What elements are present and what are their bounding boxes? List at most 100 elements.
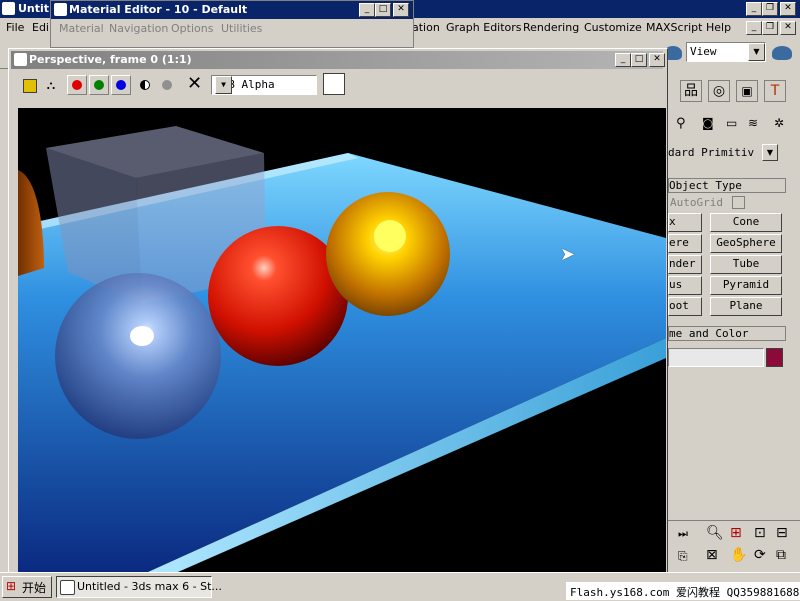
doc-minimize-button[interactable]: _ [746, 21, 762, 35]
menu-edit[interactable]: Edi [32, 21, 49, 34]
geosphere-button[interactable]: GeoSphere [710, 234, 782, 253]
color-swatch[interactable] [323, 73, 345, 95]
rendered-frame-window: Perspective, frame 0 (1:1) _ □ ✕ ⛬ ✕ RGB… [8, 48, 668, 574]
chevron-down-icon: ▼ [762, 144, 778, 161]
material-menu-options[interactable]: Options [171, 22, 213, 35]
material-menu-utilities[interactable]: Utilities [221, 22, 262, 35]
menu-customize[interactable]: Customize [584, 21, 642, 34]
object-color-swatch[interactable] [766, 348, 783, 367]
material-menu-material[interactable]: Material [59, 22, 104, 35]
key-mode-icon[interactable]: ⎘ [678, 549, 688, 564]
channel-select[interactable]: RGB Alpha ▼ [211, 75, 317, 95]
hierarchy-tab-icon[interactable]: 品 [680, 80, 702, 102]
clear-icon[interactable]: ✕ [187, 73, 202, 94]
menu-maxscript[interactable]: MAXScript [646, 21, 702, 34]
render-teapot-icon[interactable] [772, 46, 792, 60]
red-channel-toggle[interactable] [67, 75, 87, 95]
material-minimize-button[interactable]: _ [359, 3, 375, 17]
monochrome-toggle[interactable] [157, 75, 177, 95]
material-close-button[interactable]: ✕ [393, 3, 409, 17]
clone-window-icon[interactable]: ⛬ [41, 75, 61, 95]
pyramid-button[interactable]: Pyramid [710, 276, 782, 295]
camera-icon[interactable]: ◙ [702, 116, 714, 130]
tube-button[interactable]: Tube [710, 255, 782, 274]
goto-end-icon[interactable]: ⏭ [678, 527, 688, 541]
mouse-cursor-icon: ➤ [560, 244, 576, 265]
material-editor-window: Material Editor - 10 - Default _ □ ✕ Mat… [50, 0, 414, 48]
taskbar-item-3dsmax[interactable]: Untitled - 3ds max 6 - St... [56, 576, 222, 598]
plane-button[interactable]: Plane [710, 297, 782, 316]
max-app-icon [60, 580, 75, 595]
max-app-icon [14, 53, 27, 66]
start-button[interactable]: ⊞ 开始 [2, 576, 52, 598]
helpers-icon[interactable]: ⚲ [676, 116, 686, 131]
red-channel-icon [72, 80, 82, 90]
save-bitmap-icon[interactable] [19, 75, 39, 95]
start-label: 开始 [22, 581, 47, 595]
category-select[interactable]: dard Primitiv ▼ [668, 144, 778, 162]
windows-logo-icon: ⊞ [6, 579, 17, 593]
name-and-color-title: me and Color [669, 327, 749, 340]
object-type-title: Object Type [669, 179, 742, 192]
main-window-title: Untit [18, 2, 50, 15]
systems-icon[interactable]: ✲ [774, 116, 784, 130]
alpha-channel-toggle[interactable] [135, 75, 155, 95]
material-editor-title: Material Editor - 10 - Default [69, 3, 248, 16]
blue-channel-icon [116, 80, 126, 90]
spacewarps-icon[interactable]: ≋ [748, 116, 758, 130]
menu-help[interactable]: Help [706, 21, 731, 34]
green-channel-toggle[interactable] [89, 75, 109, 95]
cone-button[interactable]: Cone [710, 213, 782, 232]
main-minimize-button[interactable]: _ [746, 2, 762, 16]
torus-button[interactable]: us [668, 276, 702, 295]
cylinder-button[interactable]: nder [668, 255, 702, 274]
category-select-value: dard Primitiv [668, 146, 755, 159]
zoom-all-icon[interactable]: ⊞ [730, 525, 742, 541]
frame-maximize-button[interactable]: □ [631, 53, 647, 67]
zoom-icon[interactable]: 🔍︎ [706, 525, 724, 541]
object-type-rollout[interactable]: Object Type [668, 178, 786, 193]
menu-animation[interactable]: ation [412, 21, 440, 34]
menu-rendering[interactable]: Rendering [523, 21, 579, 34]
maximize-viewport-icon[interactable]: ⧉ [776, 547, 786, 563]
utilities-tab-icon[interactable]: T [764, 80, 786, 102]
chevron-down-icon: ▼ [215, 76, 232, 94]
pan-icon[interactable]: ✋ [730, 547, 747, 563]
orbit-icon[interactable]: ⟳ [754, 547, 766, 563]
motion-tab-icon[interactable]: ◎ [708, 80, 730, 102]
material-editor-title-bar: Material Editor - 10 - Default _ □ ✕ [51, 1, 413, 19]
autogrid-checkbox[interactable] [732, 196, 745, 209]
main-restore-button[interactable]: ❐ [762, 2, 778, 16]
blue-channel-toggle[interactable] [111, 75, 131, 95]
frame-minimize-button[interactable]: _ [615, 53, 631, 67]
view-select[interactable]: View ▼ [686, 42, 766, 62]
sphere-button[interactable]: ere [668, 234, 702, 253]
alpha-channel-icon [140, 80, 150, 90]
doc-close-button[interactable]: ✕ [780, 21, 796, 35]
material-menu-navigation[interactable]: Navigation [109, 22, 168, 35]
region-zoom-icon[interactable]: ⊠ [706, 547, 718, 563]
rendered-image: ➤ [18, 108, 666, 572]
nav-controls: ⏭ 🔍︎ ⊞ ⊡ ⊟ ⎘ ⊠ ✋ ⟳ ⧉ [668, 520, 800, 571]
rendered-frame-title: Perspective, frame 0 (1:1) [29, 53, 192, 66]
main-close-button[interactable]: ✕ [780, 2, 796, 16]
name-and-color-rollout[interactable]: me and Color [668, 326, 786, 341]
lights-icon[interactable]: ▭ [726, 116, 737, 130]
frame-close-button[interactable]: ✕ [649, 53, 665, 67]
display-tab-icon[interactable]: ▣ [736, 80, 758, 102]
menu-graph-editors[interactable]: Graph Editors [446, 21, 522, 34]
zoom-extents-icon[interactable]: ⊡ [754, 525, 766, 541]
teapot-button[interactable]: oot [668, 297, 702, 316]
doc-restore-button[interactable]: ❐ [762, 21, 778, 35]
command-panel: 品 ◎ ▣ T ⚲ ◙ ▭ ≋ ✲ dard Primitiv ▼ Object… [668, 68, 800, 600]
monochrome-icon [162, 80, 172, 90]
chevron-down-icon: ▼ [748, 43, 765, 61]
view-select-value: View [690, 45, 717, 58]
material-maximize-button[interactable]: □ [375, 3, 391, 17]
zoom-extents-all-icon[interactable]: ⊟ [776, 525, 788, 541]
object-name-input[interactable] [668, 348, 764, 367]
watermark: Flash.ys168.com 爱闪教程 QQ359881688 [566, 582, 800, 600]
menu-file[interactable]: File [6, 21, 24, 34]
autogrid-label: AutoGrid [670, 196, 723, 209]
box-button[interactable]: x [668, 213, 702, 232]
